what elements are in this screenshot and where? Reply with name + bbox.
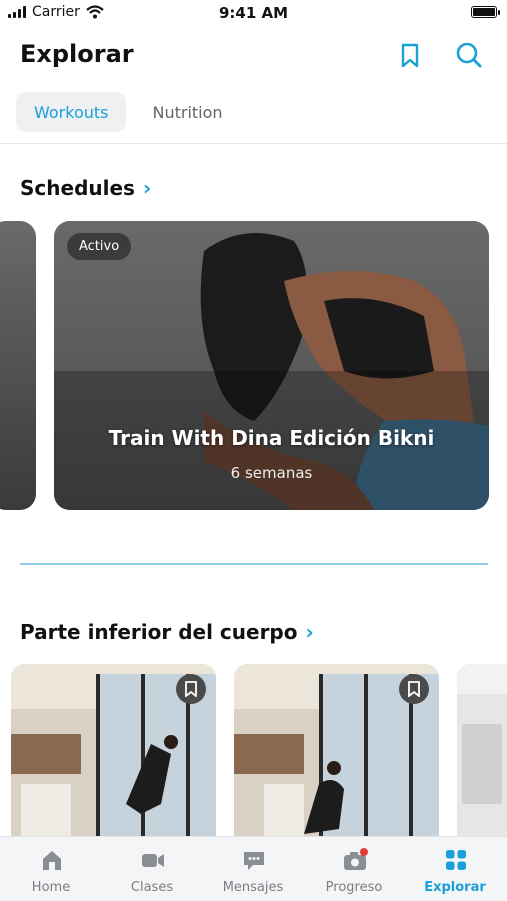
chevron-right-icon: › — [142, 176, 152, 200]
chat-bubble-icon — [244, 852, 264, 870]
tab-label: Home — [31, 880, 71, 895]
tab-mensajes[interactable]: Mensajes — [203, 837, 303, 901]
card-subtitle: 6 semanas — [230, 464, 313, 482]
header: Explorar — [20, 38, 490, 74]
search-icon[interactable] — [454, 40, 484, 70]
workout-thumbnail[interactable] — [457, 664, 507, 839]
schedules-header[interactable]: Schedules › — [20, 176, 151, 200]
tab-progreso[interactable]: Progreso — [304, 837, 404, 901]
section-divider — [20, 563, 488, 565]
home-icon — [43, 851, 61, 870]
grid-icon — [446, 850, 466, 870]
workout-thumbnail[interactable] — [234, 664, 439, 839]
bookmark-icon[interactable] — [395, 40, 425, 70]
card-title: Train With Dina Edición Bikni — [108, 426, 435, 450]
chevron-right-icon: › — [305, 620, 314, 644]
lower-body-title: Parte inferior del cuerpo — [20, 620, 298, 644]
tab-label: Mensajes — [222, 880, 284, 895]
tab-home[interactable]: Home — [1, 837, 101, 901]
divider — [0, 143, 507, 144]
tab-label: Explorar — [424, 880, 486, 895]
video-camera-icon — [142, 854, 164, 867]
tab-clases[interactable]: Clases — [102, 837, 202, 901]
status-bar: Carrier 9:41 AM — [0, 0, 507, 28]
tab-nutrition[interactable]: Nutrition — [134, 92, 240, 132]
schedule-card-featured[interactable]: Activo Train With Dina Edición Bikni 6 s… — [54, 221, 489, 510]
camera-icon — [344, 848, 368, 870]
tab-label: Clases — [130, 880, 174, 895]
workout-photo — [457, 664, 507, 839]
battery-icon — [471, 6, 500, 18]
lower-body-header[interactable]: Parte inferior del cuerpo › — [20, 620, 314, 644]
bookmark-button[interactable] — [399, 674, 429, 704]
bottom-tab-bar: Home Clases Mensajes Progreso Explorar — [0, 836, 507, 901]
tab-workouts[interactable]: Workouts — [16, 92, 127, 132]
schedules-title: Schedules — [20, 176, 135, 200]
schedule-card-previous[interactable] — [0, 221, 36, 510]
workout-thumbnail[interactable] — [11, 664, 216, 839]
page-title: Explorar — [20, 40, 134, 68]
status-badge: Activo — [67, 233, 132, 260]
tab-explorar[interactable]: Explorar — [405, 837, 505, 901]
bookmark-icon — [408, 681, 420, 697]
notification-dot — [360, 848, 368, 856]
status-time: 9:41 AM — [218, 4, 289, 22]
tab-label: Progreso — [325, 880, 383, 895]
bookmark-button[interactable] — [176, 674, 206, 704]
bookmark-icon — [185, 681, 197, 697]
segment-tabs: Workouts Nutrition — [16, 92, 241, 134]
